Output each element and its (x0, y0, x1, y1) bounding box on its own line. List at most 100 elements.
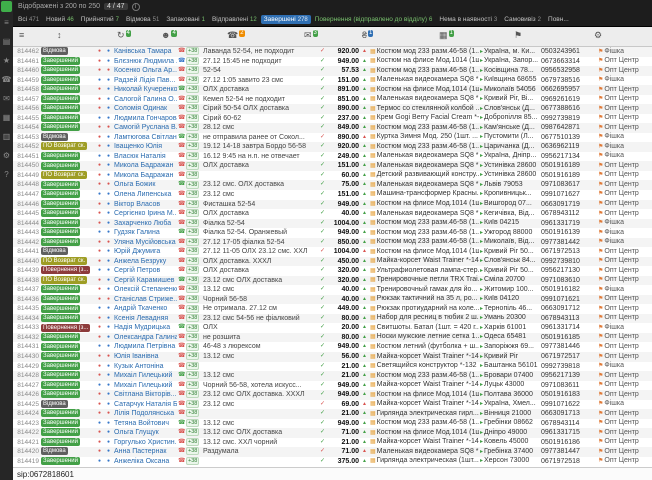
phone-number[interactable]: 0671972513 (540, 247, 597, 257)
help-icon[interactable]: ? (4, 170, 8, 179)
phone-number[interactable]: 0636962119 (540, 142, 597, 152)
customer-name-link[interactable]: Світлана Вікторів... (113, 390, 177, 400)
customer-name-link[interactable]: Анна Пастернак (113, 447, 177, 457)
call-icon[interactable]: ☎ (177, 428, 186, 438)
phone-number[interactable]: 0992739819 (540, 114, 597, 124)
phone-icon[interactable]: ☎ 2 (227, 30, 245, 41)
call-icon[interactable]: ☎ (177, 190, 186, 200)
table-row[interactable]: 814426 Завершений ● ● Світлана Вікторів.… (13, 390, 652, 400)
call-icon[interactable]: ☎ (177, 362, 186, 372)
call-icon[interactable]: ☎ (177, 457, 186, 467)
phone-number[interactable]: 0956217134 (540, 152, 597, 162)
phone-number[interactable]: 0673663314 (540, 57, 597, 67)
table-row[interactable]: 814445 Завершений ● ● Сергієнко Ірина М.… (13, 209, 652, 219)
table-row[interactable]: 814436 Завершений ● ● Станіслав Стриже..… (13, 295, 652, 305)
phone-number[interactable]: 0977381446 (540, 342, 597, 352)
call-icon[interactable]: ☎ (177, 123, 186, 133)
call-icon[interactable]: ☎ (177, 47, 186, 57)
chat-icon[interactable]: ✉ 3 (304, 30, 318, 41)
phone-number[interactable]: 0679738516 (540, 76, 597, 86)
table-row[interactable]: 814440 ПО Возврат ск. ● ● Анжела Безруку… (13, 257, 652, 267)
call-icon[interactable]: ☎ (177, 76, 186, 86)
phone-number[interactable]: 0961331719 (540, 219, 597, 229)
customer-name-link[interactable]: Іващенко Юлія (113, 142, 177, 152)
stats-icon[interactable]: ▥ (3, 132, 11, 141)
status-tab[interactable]: Повн... (545, 15, 574, 24)
settings-icon[interactable]: ⚙ (594, 30, 602, 41)
customer-name-link[interactable]: Уляна Мусійовська (113, 238, 177, 248)
star-icon[interactable]: ★ (3, 56, 10, 65)
call-icon[interactable]: ☎ (177, 152, 186, 162)
table-row[interactable]: 814434 Завершений ● ● Ксенія Левадняя ☎ … (13, 314, 652, 324)
table-row[interactable]: 814425 Відмова ● ● Сатарчук Наталія Б...… (13, 400, 652, 410)
call-icon[interactable]: ☎ (177, 57, 186, 67)
table-row[interactable]: 814432 Завершений ● ● Олександра Галина … (13, 333, 652, 343)
phone-icon[interactable]: ☎ (2, 75, 12, 84)
call-icon[interactable]: ☎ (177, 304, 186, 314)
customer-name-link[interactable]: Сергій Карамишев (113, 276, 177, 286)
phone-number[interactable]: 0663091719 (540, 200, 597, 210)
customer-name-link[interactable]: Гудзяк Галина (113, 228, 177, 238)
table-row[interactable]: 814442 Завершений ● ● Уляна Мусійовська … (13, 238, 652, 248)
status-tab[interactable]: Запаковані 1 (163, 15, 208, 24)
customer-name-link[interactable]: Людмила Петрівна ... (113, 342, 177, 352)
status-tab[interactable]: Відмова 51 (123, 15, 162, 24)
call-icon[interactable]: ☎ (177, 161, 186, 171)
call-icon[interactable]: ☎ (177, 447, 186, 457)
phone-number[interactable]: 0977381442 (540, 238, 597, 248)
table-row[interactable]: 814421 Завершений ● ● Горгулько Христин.… (13, 438, 652, 448)
phone-number[interactable]: 0678943113 (540, 314, 597, 324)
customer-name-link[interactable]: Тетяна Войтович (113, 419, 177, 429)
customer-name-link[interactable]: Станіслав Стриже... (113, 295, 177, 305)
phone-number[interactable]: 0961331715 (540, 428, 597, 438)
customer-name-link[interactable]: Анжеліка Оксана (113, 457, 177, 467)
customer-name-link[interactable]: Ксенія Левадняя (113, 314, 177, 324)
phone-number[interactable]: 0678943114 (540, 419, 597, 429)
phone-number[interactable]: 0503243961 (540, 47, 597, 57)
call-icon[interactable]: ☎ (177, 400, 186, 410)
phone-number[interactable]: 0991071622 (540, 400, 597, 410)
phone-number[interactable]: 0971083611 (540, 381, 597, 391)
table-row[interactable]: 814441 Відмова ● ● Юрій Джумига ☎ +38 27… (13, 247, 652, 257)
phone-number[interactable]: 0671972518 (540, 457, 597, 467)
table-row[interactable]: 814428 Завершений ● ● Михаіл Гилецький ☎… (13, 371, 652, 381)
status-tab[interactable]: Самовивіз 2 (501, 15, 544, 24)
table-row[interactable]: 814452 ПО Возврат ск. ● ● Іващенко Юлія … (13, 142, 652, 152)
customer-name-link[interactable]: Олександра Галина В... (113, 333, 177, 343)
phone-number[interactable]: 0677388616 (540, 104, 597, 114)
table-row[interactable]: 814438 ПО Возврат ск. ● ● Сергій Карамиш… (13, 276, 652, 286)
status-tab[interactable]: Відправлені 12 (209, 15, 260, 24)
status-tab[interactable]: Всі 471 (15, 15, 42, 24)
table-row[interactable]: 814455 Завершений ● ● Людмила Гончарова … (13, 114, 652, 124)
products-icon[interactable]: ▦ (3, 113, 11, 122)
status-tab[interactable]: Нема в наявності 3 (436, 15, 500, 24)
phone-number[interactable]: 0971083617 (540, 180, 597, 190)
customer-name-link[interactable]: Горгулько Христин... (113, 438, 177, 448)
phone-number[interactable]: 0991071621 (540, 295, 597, 305)
customer-name-link[interactable]: Надія Мудрицька (113, 323, 177, 333)
payment-icon[interactable]: ₴ 1 (362, 30, 373, 41)
phone-number[interactable]: 0662695957 (540, 85, 597, 95)
table-row[interactable]: 814444 Завершений ● ● Захарченко Люба ☎ … (13, 219, 652, 229)
status-tab[interactable]: Новий 46 (43, 15, 77, 24)
table-row[interactable]: 814446 Завершений ● ● Віктор Власов ☎ +3… (13, 200, 652, 210)
call-icon[interactable]: ☎ (177, 142, 186, 152)
table-row[interactable]: 814433 Повернення (з... ● ● Надія Мудриц… (13, 323, 652, 333)
phone-number[interactable]: 0992739810 (540, 257, 597, 267)
table-row[interactable]: 814453 Відмова ● ● Ламтюгова Світлана ☎ … (13, 133, 652, 143)
customer-name-link[interactable]: Микола Бадражан (113, 171, 177, 181)
phone-number[interactable]: 0671972517 (540, 352, 597, 362)
call-icon[interactable]: ☎ (177, 333, 186, 343)
table-row[interactable]: 814454 Завершений ● ● Самогій Руслана В.… (13, 123, 652, 133)
pager-control[interactable]: 4 / 47 (104, 3, 128, 10)
customer-name-link[interactable]: Соломія Одинак (113, 104, 177, 114)
call-icon[interactable]: ☎ (177, 180, 186, 190)
phone-number[interactable]: 0501916182 (540, 285, 597, 295)
settings-icon[interactable]: ⚙ (3, 151, 10, 160)
call-icon[interactable]: ☎ (177, 285, 186, 295)
customer-name-link[interactable]: Власюк Наталія (113, 152, 177, 162)
status-tab[interactable]: Прийнятий 7 (78, 15, 122, 24)
call-icon[interactable]: ☎ (177, 323, 186, 333)
call-icon[interactable]: ☎ (177, 209, 186, 219)
phone-number[interactable]: 0987642871 (540, 123, 597, 133)
